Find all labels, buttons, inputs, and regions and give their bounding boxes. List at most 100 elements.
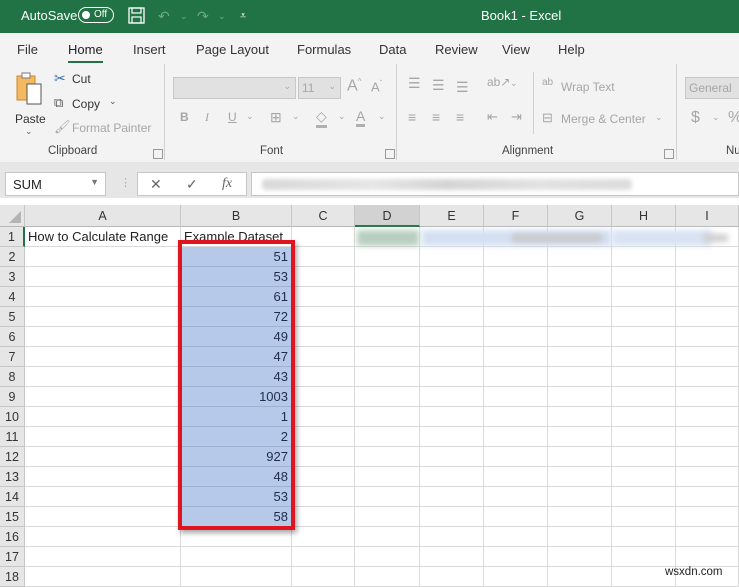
borders-dropdown-icon[interactable]: ⌄ <box>292 111 300 122</box>
cell-e16[interactable] <box>420 527 484 547</box>
underline-dropdown-icon[interactable]: ⌄ <box>246 111 254 122</box>
merge-dropdown-icon[interactable]: ⌄ <box>655 112 663 123</box>
insert-function-icon[interactable]: fx <box>222 176 232 192</box>
increase-indent-icon[interactable]: ⇥ <box>511 109 522 125</box>
cell-c4[interactable] <box>292 287 355 307</box>
save-icon[interactable] <box>128 7 145 27</box>
row-header-14[interactable]: 14 <box>0 487 25 507</box>
cell-d7[interactable] <box>355 347 420 367</box>
cell-i9[interactable] <box>676 387 739 407</box>
cell-c15[interactable] <box>292 507 355 527</box>
cell-b14[interactable]: 53 <box>181 487 292 507</box>
cell-b15[interactable]: 58 <box>181 507 292 527</box>
font-launcher-icon[interactable] <box>385 149 395 159</box>
drag-handle-icon[interactable]: ⋮ <box>120 176 131 189</box>
cell-d15[interactable] <box>355 507 420 527</box>
cell-d13[interactable] <box>355 467 420 487</box>
cell-b12[interactable]: 927 <box>181 447 292 467</box>
wrap-text-button[interactable]: Wrap Text <box>561 80 615 94</box>
undo-icon[interactable]: ↶ <box>158 8 170 25</box>
cell-f7[interactable] <box>484 347 548 367</box>
cell-f2[interactable] <box>484 247 548 267</box>
row-header-4[interactable]: 4 <box>0 287 25 307</box>
cell-c13[interactable] <box>292 467 355 487</box>
font-name-select[interactable]: ⌄ <box>173 77 296 99</box>
cell-b4[interactable]: 61 <box>181 287 292 307</box>
cell-i16[interactable] <box>676 527 739 547</box>
cell-i10[interactable] <box>676 407 739 427</box>
cell-f12[interactable] <box>484 447 548 467</box>
enter-icon[interactable]: ✓ <box>186 176 198 193</box>
tab-page-layout[interactable]: Page Layout <box>196 42 269 57</box>
cell-c8[interactable] <box>292 367 355 387</box>
cell-g17[interactable] <box>548 547 612 567</box>
cell-h6[interactable] <box>612 327 676 347</box>
cell-f10[interactable] <box>484 407 548 427</box>
cell-c16[interactable] <box>292 527 355 547</box>
cell-b9[interactable]: 1003 <box>181 387 292 407</box>
cell-d4[interactable] <box>355 287 420 307</box>
cell-a17[interactable] <box>25 547 181 567</box>
redo-icon[interactable]: ↷ <box>197 8 209 25</box>
cell-d12[interactable] <box>355 447 420 467</box>
cell-e9[interactable] <box>420 387 484 407</box>
cell-g10[interactable] <box>548 407 612 427</box>
cell-h11[interactable] <box>612 427 676 447</box>
cell-f18[interactable] <box>484 567 548 587</box>
cell-i6[interactable] <box>676 327 739 347</box>
cell-c10[interactable] <box>292 407 355 427</box>
cell-e12[interactable] <box>420 447 484 467</box>
cell-g9[interactable] <box>548 387 612 407</box>
column-header-d[interactable]: D <box>355 205 420 227</box>
cell-i17[interactable] <box>676 547 739 567</box>
cell-f4[interactable] <box>484 287 548 307</box>
cell-h2[interactable] <box>612 247 676 267</box>
cell-a16[interactable] <box>25 527 181 547</box>
cell-b5[interactable]: 72 <box>181 307 292 327</box>
cell-g15[interactable] <box>548 507 612 527</box>
orientation-dropdown-icon[interactable]: ⌄ <box>510 78 518 89</box>
fill-color-icon[interactable]: ◇ <box>316 108 327 128</box>
cell-d8[interactable] <box>355 367 420 387</box>
cell-b11[interactable]: 2 <box>181 427 292 447</box>
row-header-6[interactable]: 6 <box>0 327 25 347</box>
cell-g3[interactable] <box>548 267 612 287</box>
cell-f16[interactable] <box>484 527 548 547</box>
cell-c9[interactable] <box>292 387 355 407</box>
cell-i7[interactable] <box>676 347 739 367</box>
cell-b2[interactable]: 51 <box>181 247 292 267</box>
cell-g8[interactable] <box>548 367 612 387</box>
align-left-icon[interactable]: ≡ <box>408 109 416 125</box>
cell-i4[interactable] <box>676 287 739 307</box>
cell-e11[interactable] <box>420 427 484 447</box>
cell-e18[interactable] <box>420 567 484 587</box>
cell-a9[interactable] <box>25 387 181 407</box>
chevron-down-icon[interactable]: ▼ <box>90 177 99 187</box>
cell-f15[interactable] <box>484 507 548 527</box>
cell-g7[interactable] <box>548 347 612 367</box>
autosave-toggle[interactable]: Off <box>78 7 114 23</box>
cell-d2[interactable] <box>355 247 420 267</box>
cell-b18[interactable] <box>181 567 292 587</box>
cell-d16[interactable] <box>355 527 420 547</box>
font-color-dropdown-icon[interactable]: ⌄ <box>378 111 386 122</box>
cell-h15[interactable] <box>612 507 676 527</box>
row-header-13[interactable]: 13 <box>0 467 25 487</box>
cell-a18[interactable] <box>25 567 181 587</box>
cell-c17[interactable] <box>292 547 355 567</box>
row-header-3[interactable]: 3 <box>0 267 25 287</box>
cell-e8[interactable] <box>420 367 484 387</box>
select-all-button[interactable] <box>0 205 25 227</box>
cell-f3[interactable] <box>484 267 548 287</box>
cell-a3[interactable] <box>25 267 181 287</box>
cell-c6[interactable] <box>292 327 355 347</box>
redo-dropdown-icon[interactable]: ⌄ <box>218 11 226 22</box>
cell-h12[interactable] <box>612 447 676 467</box>
cell-c11[interactable] <box>292 427 355 447</box>
cell-a14[interactable] <box>25 487 181 507</box>
row-header-1[interactable]: 1 <box>0 227 25 247</box>
row-header-2[interactable]: 2 <box>0 247 25 267</box>
font-color-icon[interactable]: A <box>356 108 366 127</box>
tab-file[interactable]: File <box>17 42 38 57</box>
cell-d18[interactable] <box>355 567 420 587</box>
